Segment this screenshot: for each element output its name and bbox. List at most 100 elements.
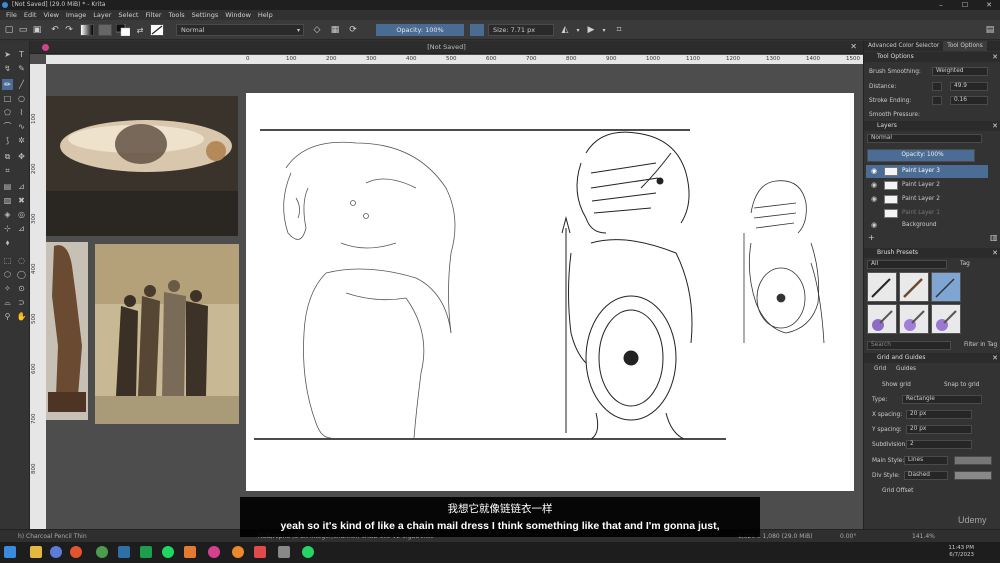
open-document-icon[interactable]: ▭ xyxy=(18,24,28,36)
tab-grid[interactable]: Grid xyxy=(874,366,886,372)
ellipse-tool-icon[interactable]: ○ xyxy=(16,93,27,104)
close-panel-icon[interactable]: ✕ xyxy=(992,248,998,258)
delete-layer-icon[interactable]: ▥ xyxy=(990,233,998,242)
brush-preset-item[interactable] xyxy=(867,304,897,334)
minimize-button[interactable]: – xyxy=(936,1,946,9)
opacity-slider[interactable]: Opacity: 100% xyxy=(376,24,464,36)
contiguous-select-tool-icon[interactable]: ✧ xyxy=(2,283,13,294)
browser-icon[interactable] xyxy=(50,546,62,558)
fill-tool-icon[interactable]: ◈ xyxy=(2,209,13,220)
gradient-tool-icon[interactable]: ▤ xyxy=(2,181,13,192)
dynamic-brush-tool-icon[interactable]: ⟆ xyxy=(2,135,13,146)
brush-preset-item[interactable] xyxy=(931,304,961,334)
blend-mode-select[interactable]: Normal ▾ xyxy=(176,24,304,36)
close-panel-icon[interactable]: ✕ xyxy=(992,121,998,131)
transform-tool-icon[interactable]: ⧉ xyxy=(2,151,13,162)
menu-image[interactable]: Image xyxy=(66,11,86,19)
firefox-icon[interactable] xyxy=(70,546,82,558)
layer-row[interactable]: ◉ Background xyxy=(866,221,988,229)
polyline-tool-icon[interactable]: ⌇ xyxy=(16,107,27,118)
enclose-fill-tool-icon[interactable]: ◎ xyxy=(16,209,27,220)
show-grid-checkbox[interactable]: Show grid xyxy=(882,382,911,388)
close-document-icon[interactable]: ✕ xyxy=(850,42,857,51)
tab-tool-options[interactable]: Tool Options xyxy=(943,41,987,51)
wrap-around-icon[interactable]: ⌗ xyxy=(614,24,624,36)
move-tool-icon[interactable]: ✥ xyxy=(16,151,27,162)
new-document-icon[interactable]: ▢ xyxy=(4,24,14,36)
color-swatch-icon[interactable] xyxy=(116,24,130,36)
taskbar-clock[interactable]: 11:43 PM 6/7/2023 xyxy=(948,545,974,559)
app-icon[interactable] xyxy=(254,546,266,558)
canvas-area[interactable]: [Not Saved] ✕ 0 100 200 300 400 500 600 700 800 9… xyxy=(30,41,940,529)
smart-patch-tool-icon[interactable]: ✖ xyxy=(16,195,27,206)
elliptical-select-tool-icon[interactable]: ◌ xyxy=(16,255,27,266)
close-panel-icon[interactable]: ✕ xyxy=(992,353,998,363)
spotify-icon[interactable] xyxy=(162,546,174,558)
drawing-canvas[interactable] xyxy=(246,93,854,491)
menu-help[interactable]: Help xyxy=(258,11,273,19)
menu-window[interactable]: Window xyxy=(225,11,251,19)
main-style-color[interactable] xyxy=(954,456,992,465)
size-slider[interactable]: Size: 7.71 px xyxy=(488,24,554,36)
menu-select[interactable]: Select xyxy=(118,11,138,19)
similar-select-tool-icon[interactable]: ⊙ xyxy=(16,283,27,294)
crop-tool-icon[interactable]: ⌗ xyxy=(2,165,13,176)
workspace-icon[interactable]: ▤ xyxy=(984,24,996,36)
colorize-mask-tool-icon[interactable]: ▨ xyxy=(2,195,13,206)
color-indicator[interactable] xyxy=(470,24,484,36)
app-icon[interactable] xyxy=(278,546,290,558)
assistant-tool-icon[interactable]: ⊹ xyxy=(2,223,13,234)
reference-tool-icon[interactable]: ⬧ xyxy=(2,237,13,248)
multibrush-tool-icon[interactable]: ✲ xyxy=(16,135,27,146)
div-style-select[interactable]: Dashed xyxy=(904,471,948,480)
chrome-icon[interactable] xyxy=(96,546,108,558)
close-panel-icon[interactable]: ✕ xyxy=(992,52,998,62)
zoom-tool-icon[interactable]: ⚲ xyxy=(2,311,13,322)
measure-tool-icon[interactable]: ⊿ xyxy=(16,223,27,234)
start-icon[interactable] xyxy=(4,546,16,558)
line-tool-icon[interactable]: ╱ xyxy=(16,79,27,90)
brush-smoothing-select[interactable]: Weighted xyxy=(932,67,988,76)
tab-advanced-color-selector[interactable]: Advanced Color Selector xyxy=(864,41,943,51)
file-explorer-icon[interactable] xyxy=(30,546,42,558)
menu-view[interactable]: View xyxy=(43,11,58,19)
layer-blend-mode-select[interactable]: Normal xyxy=(867,134,982,143)
layer-row[interactable]: ◉ Paint Layer 2 xyxy=(866,193,988,206)
swap-colors-icon[interactable]: ⇄ xyxy=(135,24,145,36)
alpha-lock-icon[interactable]: ▦ xyxy=(330,24,340,36)
freehand-select-tool-icon[interactable]: ◯ xyxy=(16,269,27,280)
tab-guides[interactable]: Guides xyxy=(896,366,916,372)
rectangle-tool-icon[interactable]: □ xyxy=(2,93,13,104)
eraser-icon[interactable]: ◇ xyxy=(312,24,322,36)
snap-to-grid-checkbox[interactable]: Snap to grid xyxy=(944,382,979,388)
menu-file[interactable]: File xyxy=(6,11,17,19)
blender-icon[interactable] xyxy=(232,546,244,558)
eye-icon[interactable]: ◉ xyxy=(871,193,877,206)
subdivision-input[interactable]: 2 xyxy=(906,440,972,449)
close-window-button[interactable]: ✕ xyxy=(984,1,994,9)
distance-value[interactable]: 49.9 xyxy=(950,82,988,91)
brush-preset-filter-select[interactable]: All xyxy=(867,260,947,269)
mirror-icon[interactable]: ▶ xyxy=(586,24,596,36)
grid-type-select[interactable]: Rectangle xyxy=(902,395,982,404)
current-brush-status[interactable]: h) Charcoal Pencil Thin xyxy=(18,533,87,540)
menu-filter[interactable]: Filter xyxy=(145,11,161,19)
menu-tools[interactable]: Tools xyxy=(169,11,185,19)
undo-icon[interactable]: ↶ xyxy=(50,24,60,36)
redo-icon[interactable]: ↷ xyxy=(64,24,74,36)
text-tool-icon[interactable]: T xyxy=(16,49,27,60)
freehand-brush-tool-icon[interactable]: ✏ xyxy=(2,79,13,90)
bezier-select-tool-icon[interactable]: ⌓ xyxy=(2,297,13,308)
layer-row[interactable]: Paint Layer 1 xyxy=(866,207,988,220)
reference-images[interactable] xyxy=(46,96,240,426)
app-icon[interactable] xyxy=(184,546,196,558)
layer-row[interactable]: ◉ Paint Layer 3 xyxy=(866,165,988,178)
pattern-selector[interactable] xyxy=(98,24,112,36)
color-picker-tool-icon[interactable]: ⊿ xyxy=(16,181,27,192)
excel-icon[interactable] xyxy=(140,546,152,558)
document-tab-title[interactable]: [Not Saved] xyxy=(30,43,863,51)
main-style-select[interactable]: Lines xyxy=(904,456,948,465)
menu-settings[interactable]: Settings xyxy=(192,11,219,19)
maximize-button[interactable]: ☐ xyxy=(960,1,970,9)
div-style-color[interactable] xyxy=(954,471,992,480)
